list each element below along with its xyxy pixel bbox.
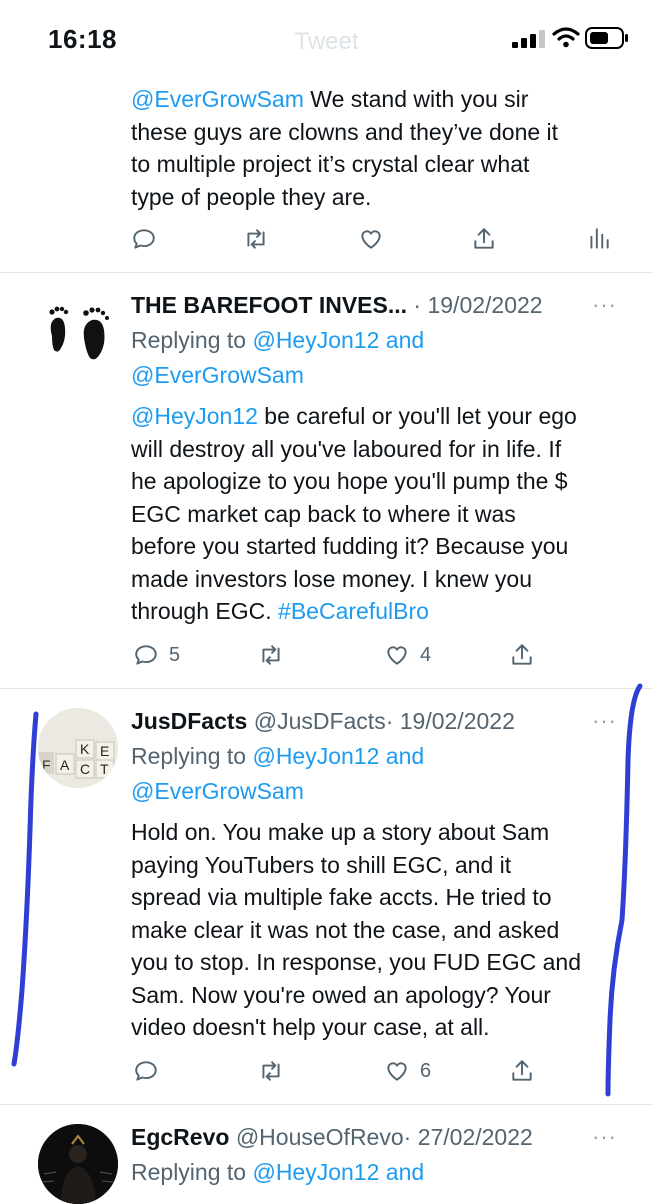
reply-icon: [133, 229, 155, 249]
retweet-button[interactable]: [258, 638, 284, 672]
avatar-letter: K: [80, 741, 90, 757]
tweet-actions: 5 4: [131, 638, 616, 672]
avatar-letter: F: [42, 757, 51, 773]
divider: [0, 272, 653, 273]
replying-to: Replying to @HeyJon12 and @EverGrowSam: [131, 327, 425, 388]
share-button[interactable]: [509, 638, 535, 672]
replying-to-link[interactable]: @HeyJon12 and: [252, 743, 424, 769]
divider: [0, 688, 653, 689]
tweet-actions: [131, 222, 616, 256]
tweet-date[interactable]: · 27/02/2022: [404, 1124, 533, 1150]
retweet-icon: [262, 645, 280, 665]
analytics-button[interactable]: [586, 222, 612, 256]
status-time: 16:18: [48, 24, 117, 54]
avatar-letter: E: [100, 743, 109, 759]
avatar-letter: A: [60, 757, 70, 773]
avatar-letter: C: [80, 761, 90, 777]
more-icon[interactable]: ···: [592, 1124, 617, 1150]
more-icon[interactable]: ···: [592, 708, 617, 734]
replying-to: Replying to @HeyJon12 and: [131, 1159, 425, 1185]
reply-icon: [135, 645, 157, 665]
display-name[interactable]: THE BAREFOOT INVES...: [131, 292, 407, 318]
retweet-button[interactable]: [258, 1054, 284, 1088]
like-icon: [361, 230, 381, 249]
tweet-body: @EverGrowSam We stand with you sir these…: [131, 86, 559, 210]
share-button[interactable]: [509, 1054, 535, 1088]
tweet-body: Hold on. You make up a story about Sam p…: [131, 819, 582, 1040]
tweet-date[interactable]: · 19/02/2022: [386, 708, 515, 734]
like-icon: [387, 646, 407, 665]
egcrevo-avatar-icon: [38, 1124, 118, 1204]
avatar[interactable]: F A K C E T: [38, 708, 118, 788]
battery-icon: [585, 27, 628, 49]
signal-icon: [512, 30, 545, 48]
tweet-date[interactable]: · 19/02/2022: [413, 292, 542, 318]
more-icon[interactable]: ···: [592, 292, 617, 318]
analytics-icon: [590, 228, 609, 249]
status-bar: Tweet 16:18: [0, 0, 653, 76]
tweet-body: @HeyJon12 be careful or you'll let your …: [131, 403, 577, 624]
replying-to-link[interactable]: @HeyJon12 and: [252, 1159, 424, 1185]
retweet-button[interactable]: [243, 222, 269, 256]
share-icon: [512, 644, 532, 665]
reply-icon: [135, 1061, 157, 1081]
like-button[interactable]: [358, 222, 384, 256]
footprints-avatar-icon: [38, 292, 118, 372]
replying-to-link[interactable]: @EverGrowSam: [131, 362, 304, 388]
left-marker-line: [11, 711, 39, 1067]
display-name[interactable]: EgcRevo: [131, 1124, 229, 1150]
fact-fake-blocks-avatar-icon: F A K C E T: [38, 708, 118, 788]
avatar[interactable]: [38, 292, 118, 372]
replying-to: Replying to @HeyJon12 and @EverGrowSam: [131, 743, 425, 804]
mention-link[interactable]: @EverGrowSam: [131, 86, 304, 112]
handle[interactable]: @HouseOfRevo: [236, 1124, 404, 1150]
retweet-icon: [247, 229, 265, 249]
share-icon: [474, 228, 494, 249]
share-button[interactable]: [471, 222, 497, 256]
like-count: 4: [420, 643, 432, 666]
replying-to-link[interactable]: @EverGrowSam: [131, 778, 304, 804]
tweet-header: EgcRevo @HouseOfRevo· 27/02/2022: [131, 1122, 533, 1152]
like-button[interactable]: 4: [384, 638, 431, 672]
hashtag-link[interactable]: #BeCarefulBro: [278, 598, 429, 624]
reply-button[interactable]: [131, 222, 157, 256]
reply-button[interactable]: [133, 1054, 159, 1088]
tweet-header: THE BAREFOOT INVES... · 19/02/2022: [131, 290, 543, 320]
like-count: 6: [420, 1059, 432, 1082]
reply-button[interactable]: 5: [133, 638, 180, 672]
mention-link[interactable]: @HeyJon12: [131, 403, 258, 429]
reply-count: 5: [169, 643, 181, 666]
like-button[interactable]: 6: [384, 1054, 431, 1088]
like-icon: [387, 1062, 407, 1081]
handle[interactable]: @JusDFacts: [254, 708, 386, 734]
replying-to-link[interactable]: @HeyJon12 and: [252, 327, 424, 353]
avatar[interactable]: [38, 1124, 118, 1204]
tweet-actions: 6: [131, 1054, 616, 1088]
share-icon: [512, 1060, 532, 1081]
display-name[interactable]: JusDFacts: [131, 708, 247, 734]
avatar-letter: T: [100, 761, 109, 777]
retweet-icon: [262, 1061, 280, 1081]
divider: [0, 1104, 653, 1105]
tweet-header: JusDFacts @JusDFacts· 19/02/2022: [131, 706, 515, 736]
wifi-icon: [552, 27, 580, 48]
